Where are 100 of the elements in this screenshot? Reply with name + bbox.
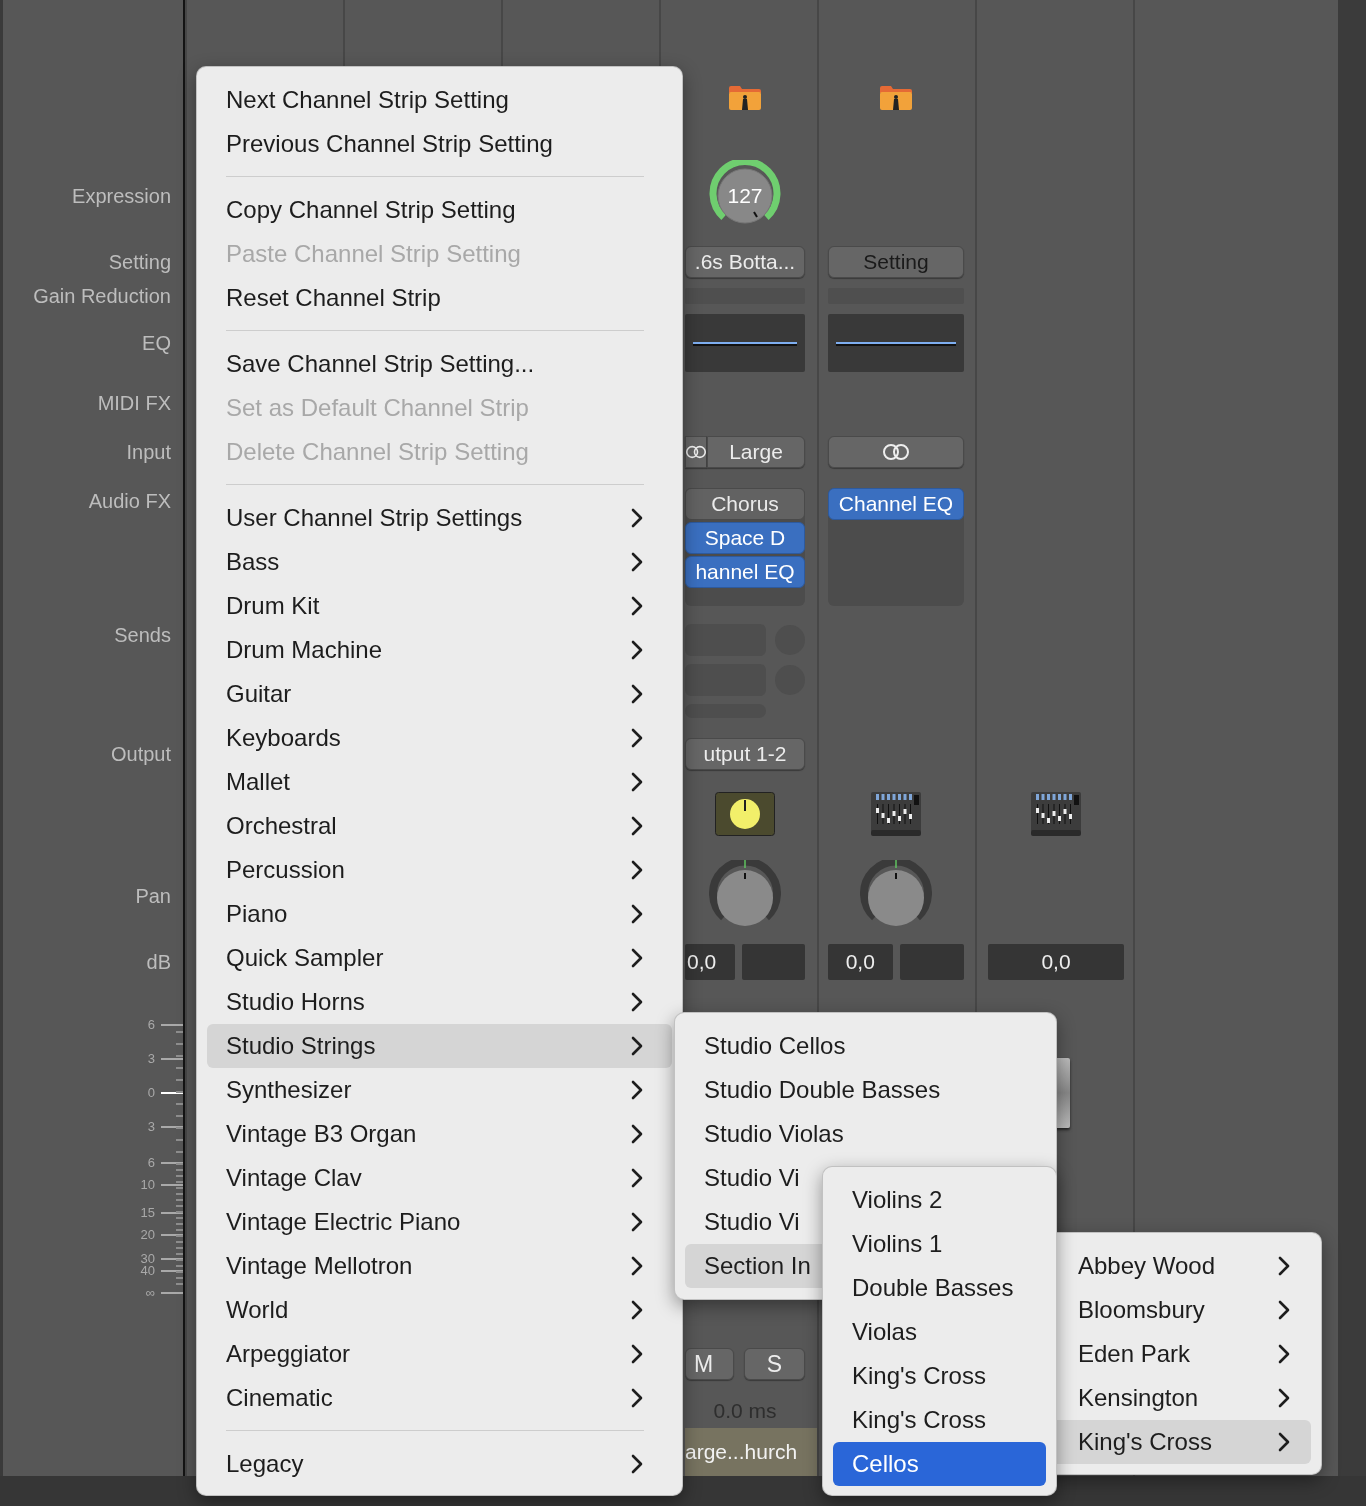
menu-item[interactable]: User Channel Strip Settings <box>207 496 672 540</box>
mixer-icon <box>1030 790 1082 838</box>
chevron-icon <box>630 1387 644 1409</box>
menu-item[interactable]: Keyboards <box>207 716 672 760</box>
volume-readout: 0,0 <box>685 944 735 980</box>
menu-item[interactable]: Kensington <box>1051 1376 1311 1420</box>
link-button[interactable] <box>828 436 964 468</box>
menu-item[interactable]: Vintage Mellotron <box>207 1244 672 1288</box>
menu-item[interactable]: World <box>207 1288 672 1332</box>
link-button[interactable] <box>685 436 707 468</box>
volume-readout: 0,0 <box>988 944 1124 980</box>
menu-item[interactable]: Studio Violas <box>685 1112 1046 1156</box>
menu-item[interactable]: Abbey Wood <box>1051 1244 1311 1288</box>
plugin-slot[interactable]: Channel EQ <box>828 488 964 520</box>
menu-item[interactable]: Orchestral <box>207 804 672 848</box>
row-label: MIDI FX <box>97 391 171 415</box>
menu-item[interactable]: Studio Horns <box>207 980 672 1024</box>
menu-item[interactable]: King's Cross <box>833 1398 1046 1442</box>
menu-item[interactable]: Guitar <box>207 672 672 716</box>
menu-item[interactable]: Next Channel Strip Setting <box>207 78 672 122</box>
solo-button[interactable]: S <box>744 1348 805 1380</box>
row-label: dB <box>146 950 171 974</box>
menu-item[interactable]: Double Basses <box>833 1266 1046 1310</box>
menu-item[interactable]: Cellos <box>833 1442 1046 1486</box>
row-label: Output <box>110 742 171 766</box>
menu-item[interactable]: Drum Kit <box>207 584 672 628</box>
menu-item[interactable]: Legacy <box>207 1442 672 1486</box>
menu-item[interactable]: Copy Channel Strip Setting <box>207 188 672 232</box>
chevron-icon <box>630 1255 644 1277</box>
row-label: Expression <box>72 184 171 208</box>
menu-item[interactable]: Arpeggiator <box>207 1332 672 1376</box>
chevron-icon <box>630 1453 644 1475</box>
chevron-icon <box>1277 1255 1291 1277</box>
menu-item[interactable]: Bloomsbury <box>1051 1288 1311 1332</box>
peak-readout <box>899 944 964 980</box>
chevron-icon <box>630 991 644 1013</box>
chevron-icon <box>630 1123 644 1145</box>
row-label: Audio FX <box>88 490 171 513</box>
menu-item[interactable]: King's Cross <box>833 1354 1046 1398</box>
scale-label: 30 <box>140 1252 155 1265</box>
setting-button[interactable]: .6s Botta... <box>685 246 805 278</box>
menu-item[interactable]: Eden Park <box>1051 1332 1311 1376</box>
chevron-icon <box>1277 1299 1291 1321</box>
menu-item[interactable]: Violins 1 <box>833 1222 1046 1266</box>
menu-item[interactable]: Bass <box>207 540 672 584</box>
chevron-icon <box>630 947 644 969</box>
scale-label: ∞ <box>145 1286 155 1299</box>
menu-item[interactable]: Studio Strings <box>207 1024 672 1068</box>
menu-item[interactable]: Previous Channel Strip Setting <box>207 122 672 166</box>
plugin-slot[interactable]: Chorus <box>685 488 805 520</box>
chevron-icon <box>630 1299 644 1321</box>
chevron-icon <box>630 859 644 881</box>
chevron-icon <box>630 1079 644 1101</box>
chevron-icon <box>630 1035 644 1057</box>
chevron-icon <box>630 1167 644 1189</box>
menu-item[interactable]: Quick Sampler <box>207 936 672 980</box>
menu-item[interactable]: Percussion <box>207 848 672 892</box>
menu-item[interactable]: Studio Double Basses <box>685 1068 1046 1112</box>
row-label: Setting <box>108 250 171 274</box>
dial-icon <box>715 792 775 836</box>
menu-item[interactable]: Cinematic <box>207 1376 672 1420</box>
mixer-icon <box>870 790 922 838</box>
plugin-slot[interactable]: Space D <box>685 522 805 554</box>
preset-button[interactable]: Large <box>707 436 805 468</box>
menu-item[interactable]: Violins 2 <box>833 1178 1046 1222</box>
chevron-icon <box>1277 1343 1291 1365</box>
mute-button[interactable]: M <box>685 1348 734 1380</box>
chevron-icon <box>630 771 644 793</box>
scale-label: 3 <box>147 1120 155 1133</box>
scale-label: 0 <box>147 1086 155 1099</box>
volume-readout: 0,0 <box>828 944 893 980</box>
scale-label: 20 <box>140 1228 155 1241</box>
scale-label: 10 <box>140 1178 155 1191</box>
menu-item[interactable]: Mallet <box>207 760 672 804</box>
output-button[interactable]: utput 1-2 <box>685 738 805 770</box>
chevron-icon <box>630 903 644 925</box>
chevron-icon <box>630 551 644 573</box>
chevron-icon <box>1277 1431 1291 1453</box>
peak-readout <box>742 944 805 980</box>
chevron-icon <box>630 1211 644 1233</box>
folder-icon <box>728 85 762 111</box>
plugin-slot[interactable]: hannel EQ <box>685 556 805 588</box>
chevron-icon <box>630 595 644 617</box>
row-label: Input <box>126 440 171 464</box>
row-label: Sends <box>114 624 171 647</box>
menu-item[interactable]: Save Channel Strip Setting... <box>207 342 672 386</box>
menu-item[interactable]: Vintage Clav <box>207 1156 672 1200</box>
menu-item[interactable]: Violas <box>833 1310 1046 1354</box>
menu-item[interactable]: Studio Cellos <box>685 1024 1046 1068</box>
chevron-icon <box>630 1343 644 1365</box>
chevron-icon <box>630 683 644 705</box>
menu-item[interactable]: Reset Channel Strip <box>207 276 672 320</box>
menu-item[interactable]: Synthesizer <box>207 1068 672 1112</box>
menu-item[interactable]: Drum Machine <box>207 628 672 672</box>
menu-item[interactable]: Vintage B3 Organ <box>207 1112 672 1156</box>
row-label: Gain Reduction <box>33 284 171 308</box>
menu-item[interactable]: Piano <box>207 892 672 936</box>
scale-label: 3 <box>147 1052 155 1065</box>
menu-item[interactable]: Vintage Electric Piano <box>207 1200 672 1244</box>
row-label: Pan <box>135 884 171 908</box>
